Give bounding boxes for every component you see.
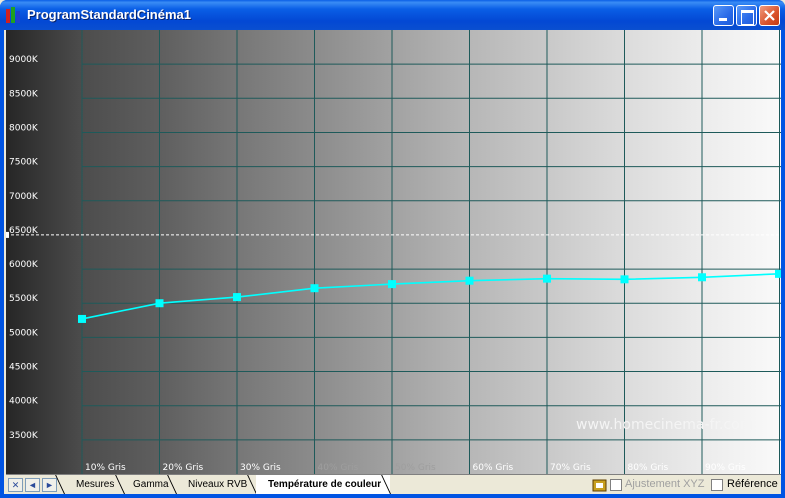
y-tick-label: 5500K — [9, 294, 39, 304]
y-tick-label: 8000K — [9, 123, 39, 133]
chart-svg: 3500K4000K4500K5000K5500K6000K6500K7000K… — [6, 30, 781, 474]
data-point — [233, 293, 241, 302]
tab-bar: ✕ ◄ ► Mesures Gamma Niveaux RVB Températ… — [6, 474, 781, 494]
tab-label: Niveaux RVB — [188, 479, 248, 490]
x-tick-label: 80% Gris — [628, 463, 669, 473]
close-button[interactable] — [759, 5, 780, 26]
tab-label: Température de couleur — [268, 479, 382, 490]
y-tick-label: 3500K — [9, 431, 39, 441]
tab-mesures[interactable]: Mesures — [64, 475, 124, 494]
y-tick-label: 8500K — [9, 89, 39, 99]
data-point — [310, 284, 319, 293]
y-tick-label: 6000K — [9, 260, 39, 270]
maximize-button[interactable] — [736, 5, 757, 26]
adjust-icon[interactable] — [592, 477, 608, 493]
tab-close-button[interactable]: ✕ — [8, 478, 23, 492]
reference-checkbox[interactable] — [711, 479, 723, 491]
x-tick-label: 60% Gris — [473, 463, 514, 473]
watermark-text: www.homecinema-fr.com — [576, 417, 754, 433]
data-point — [620, 275, 629, 284]
data-point — [698, 273, 706, 282]
tab-niveaux-rvb[interactable]: Niveaux RVB — [176, 475, 256, 494]
minimize-button[interactable] — [713, 5, 734, 26]
data-point — [775, 269, 781, 278]
data-point — [388, 280, 396, 289]
color-temperature-chart: 3500K 4000K 4500K 5000K 5500K 6000K 6500K 7000K… — [6, 30, 781, 474]
arrow-left-icon: ◄ — [28, 480, 37, 490]
tab-label: Gamma — [133, 479, 169, 490]
arrow-right-icon: ► — [45, 480, 54, 490]
y-tick-label: 5000K — [9, 328, 39, 338]
tab-scroll-right-button[interactable]: ► — [42, 478, 57, 492]
x-tick-label: 30% Gris — [240, 463, 281, 473]
app-window: ProgramStandardCinéma1 3500K 4000K 4500K 50… — [0, 0, 785, 498]
data-point — [155, 299, 164, 308]
x-tick-label: 20% Gris — [163, 463, 204, 473]
ajustement-xyz-label: Ajustement XYZ — [625, 478, 705, 490]
x-tick-label: 40% Gris — [318, 463, 359, 473]
y-tick-label: 7500K — [9, 158, 39, 168]
data-point — [543, 274, 551, 283]
y-tick-label: 9000K — [9, 55, 39, 65]
series-line — [81, 273, 780, 320]
client-area: 3500K 4000K 4500K 5000K 5500K 6000K 6500K 7000K… — [4, 30, 781, 494]
y-tick-label: 4000K — [9, 397, 39, 407]
x-tick-label: 90% Gris — [705, 463, 746, 473]
tab-label: Mesures — [76, 479, 115, 490]
data-point — [78, 314, 86, 323]
title-bar[interactable]: ProgramStandardCinéma1 — [0, 0, 785, 30]
tab-scroll-left-button[interactable]: ◄ — [25, 478, 40, 492]
y-tick-label: 7000K — [9, 192, 39, 202]
close-tab-icon: ✕ — [11, 479, 20, 490]
data-point — [465, 276, 474, 285]
x-tick-label: 10% Gris — [85, 463, 126, 473]
x-tick-label: 50% Gris — [395, 463, 436, 473]
x-tick-label: 70% Gris — [550, 463, 591, 473]
close-icon — [764, 10, 775, 21]
reference-marker-left — [6, 231, 9, 238]
y-tick-label: 4500K — [9, 363, 39, 373]
tab-temperature-couleur[interactable]: Température de couleur — [256, 475, 390, 494]
reference-label: Référence — [727, 478, 778, 490]
chart-app-icon — [6, 7, 22, 23]
window-title: ProgramStandardCinéma1 — [27, 7, 191, 22]
ajustement-xyz-checkbox[interactable] — [610, 479, 622, 491]
